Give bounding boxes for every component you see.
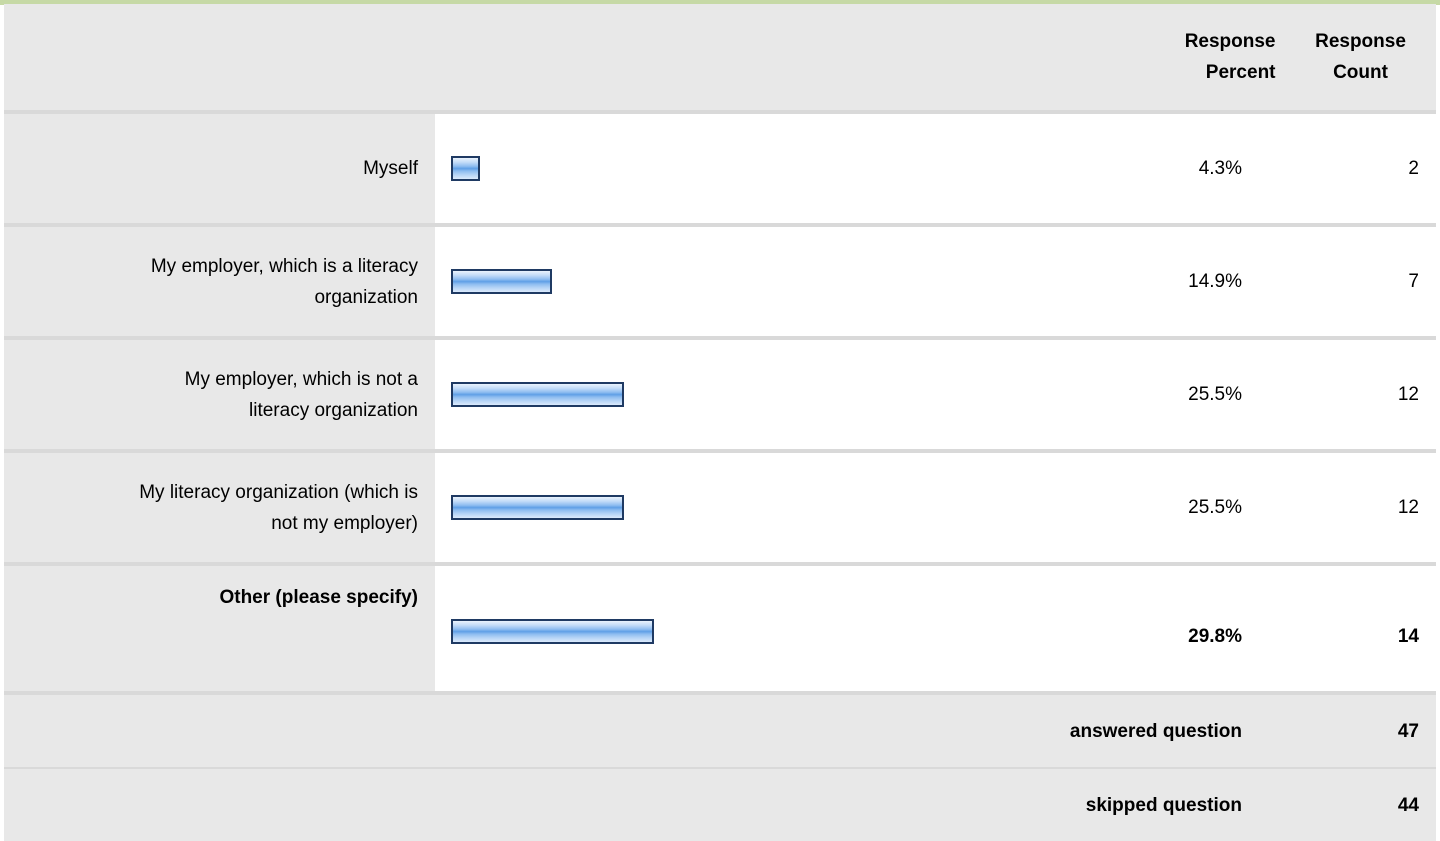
response-percent: 29.8% [1124, 566, 1285, 691]
answer-label: My literacy organization (which is not m… [4, 453, 435, 562]
answered-question-count: 47 [1285, 695, 1436, 767]
answer-bar-cell [435, 227, 1124, 336]
response-table: Response Percent Response Count Myself 4… [4, 4, 1436, 841]
answer-label: My employer, which is not a literacy org… [4, 340, 435, 449]
answer-bar-cell [435, 566, 1124, 691]
answer-label: My employer, which is a literacy organiz… [4, 227, 435, 336]
response-percent-header: Response Percent [1124, 4, 1285, 110]
header-spacer-bar [435, 4, 1124, 110]
answer-bar-cell [435, 340, 1124, 449]
response-percent-header-line1: Response [1184, 31, 1276, 52]
answer-label-line1: Other (please specify) [219, 587, 418, 608]
answer-row: My employer, which is a literacy organiz… [4, 227, 1436, 336]
header-spacer [4, 4, 435, 110]
answer-label-line1: My literacy organization (which is [139, 481, 418, 503]
answered-question-row: answered question 47 [4, 695, 1436, 767]
response-percent-header-line2: Percent [1205, 62, 1276, 83]
answer-row: Myself 4.3% 2 [4, 114, 1436, 223]
skipped-question-label: skipped question [4, 769, 1285, 841]
response-count: 12 [1285, 453, 1436, 562]
skipped-question-count: 44 [1285, 769, 1436, 841]
response-count-header: Response Count [1285, 4, 1436, 110]
answer-bar-cell [435, 453, 1124, 562]
response-count: 2 [1285, 114, 1436, 223]
answer-label-line2: not my employer) [271, 512, 418, 534]
answer-label-line1: My employer, which is a literacy [150, 255, 418, 277]
skipped-question-row: skipped question 44 [4, 769, 1436, 841]
response-count-header-line1: Response [1315, 31, 1406, 52]
response-count: 7 [1285, 227, 1436, 336]
response-bar [451, 382, 624, 407]
response-count-header-line2: Count [1333, 62, 1388, 83]
header-row: Response Percent Response Count [4, 4, 1436, 110]
answer-row: My employer, which is not a literacy org… [4, 340, 1436, 449]
response-count: 12 [1285, 340, 1436, 449]
response-percent: 25.5% [1124, 453, 1285, 562]
answer-label: Myself [4, 114, 435, 223]
answer-row: My literacy organization (which is not m… [4, 453, 1436, 562]
answer-bar-cell [435, 114, 1124, 223]
answered-question-label: answered question [4, 695, 1285, 767]
response-bar [451, 619, 654, 644]
response-percent: 4.3% [1124, 114, 1285, 223]
answer-label-line2: literacy organization [249, 399, 418, 421]
response-percent: 25.5% [1124, 340, 1285, 449]
response-bar [451, 156, 480, 181]
response-bar [451, 495, 624, 520]
answer-label-line1: My employer, which is not a [184, 368, 418, 390]
answer-label-line2: organization [314, 286, 418, 308]
answer-label: Other (please specify) [4, 566, 435, 691]
answer-label-line1: Myself [363, 158, 418, 179]
answer-row-other: Other (please specify) 29.8% 14 [4, 566, 1436, 691]
response-bar [451, 269, 552, 294]
response-count: 14 [1285, 566, 1436, 691]
response-percent: 14.9% [1124, 227, 1285, 336]
